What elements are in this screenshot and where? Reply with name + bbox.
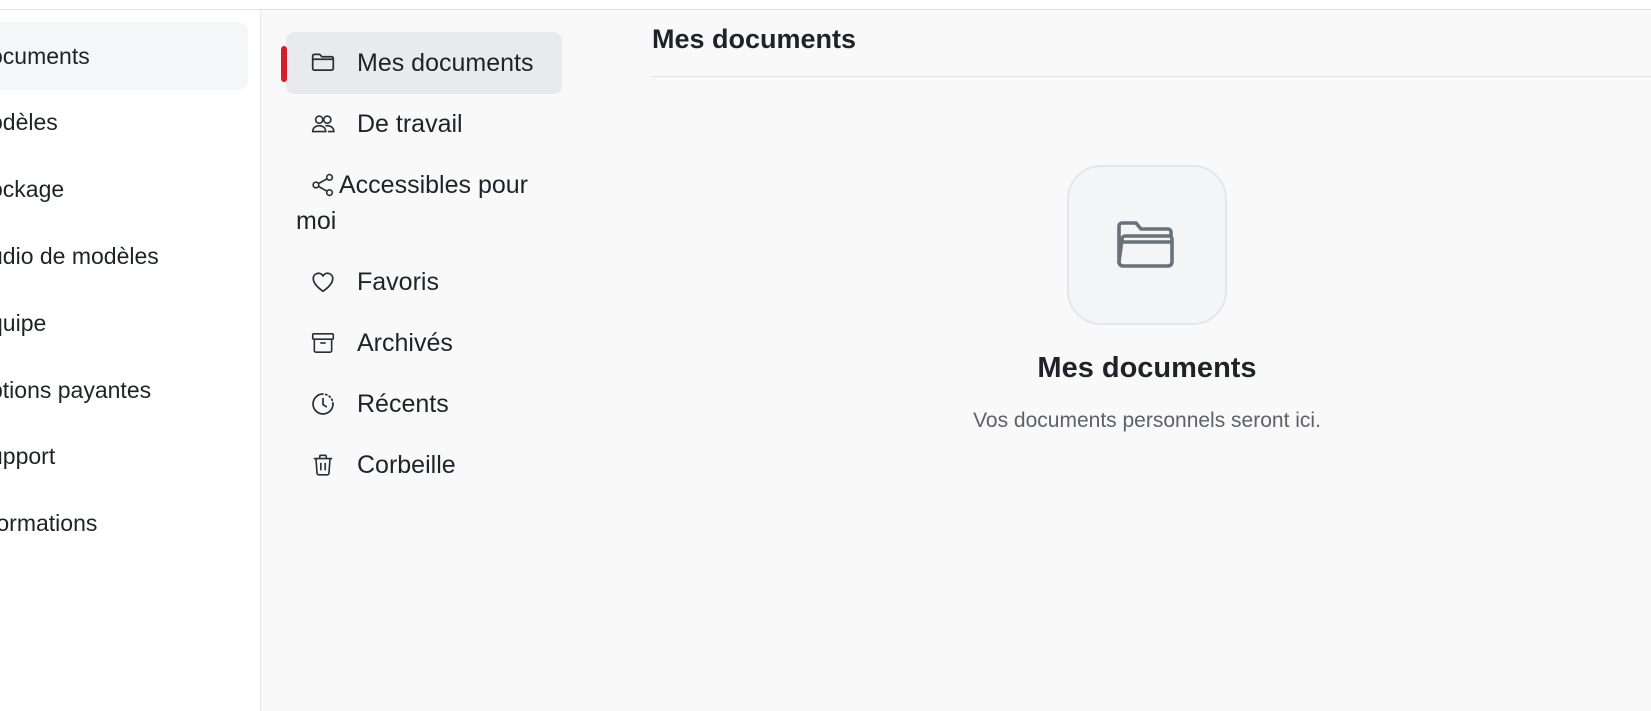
share-icon <box>312 173 334 197</box>
documents-sub-nav: Mes documents De travail Accessibles pou… <box>262 10 582 711</box>
heart-icon <box>312 272 334 293</box>
sub-nav-item-corbeille[interactable]: Corbeille <box>286 447 562 483</box>
sub-nav-item-favoris[interactable]: Favoris <box>286 264 562 300</box>
clock-icon <box>312 393 334 415</box>
archive-icon <box>311 332 335 354</box>
main-nav: ocuments odèles ockage udio de modèles q… <box>0 10 261 711</box>
sub-nav-item-recents[interactable]: Récents <box>286 386 562 422</box>
main-nav-item-equipe[interactable]: quipe <box>0 289 248 357</box>
sub-nav-item-archives[interactable]: Archivés <box>286 325 562 361</box>
main-nav-item-label: udio de modèles <box>0 242 159 269</box>
open-folder-icon <box>1117 221 1174 268</box>
main-nav-item-label: odèles <box>0 108 58 135</box>
empty-state-title: Mes documents <box>1037 352 1257 384</box>
sub-nav-item-label: Mes documents <box>357 49 534 77</box>
main-nav-item-support[interactable]: upport <box>0 422 248 490</box>
top-bar <box>0 0 1651 10</box>
folder-icon <box>311 53 335 71</box>
main-nav-item-documents[interactable]: ocuments <box>0 22 248 90</box>
main-nav-item-options-payantes[interactable]: ptions payantes <box>0 356 248 424</box>
main-nav-item-modeles[interactable]: odèles <box>0 88 248 156</box>
title-divider <box>652 76 1651 77</box>
empty-state-subtitle: Vos documents personnels seront ici. <box>973 409 1321 432</box>
main-nav-item-label: ockage <box>0 175 65 202</box>
sub-nav-item-accessibles-pour-moi[interactable]: Accessibles pour moi <box>286 167 562 239</box>
main-nav-item-stockage[interactable]: ockage <box>0 155 248 223</box>
main-nav-item-label: formations <box>0 509 98 536</box>
main-nav-item-label: ptions payantes <box>0 376 152 403</box>
trash-icon <box>313 454 333 476</box>
main-nav-item-informations[interactable]: formations <box>0 489 248 557</box>
sub-nav-item-mes-documents[interactable]: Mes documents <box>281 32 562 94</box>
page-title: Mes documents <box>652 24 857 54</box>
sub-nav-item-de-travail[interactable]: De travail <box>286 106 562 142</box>
main-nav-item-studio-de-modeles[interactable]: udio de modèles <box>0 222 248 290</box>
users-icon <box>311 115 335 133</box>
content-area: Mes documents Mes documents Vos document… <box>652 10 1651 711</box>
main-nav-item-label: upport <box>0 442 56 469</box>
main-nav-item-label: quipe <box>0 309 47 336</box>
main-nav-item-label: ocuments <box>0 42 90 69</box>
empty-state-icon-tile <box>1067 165 1227 325</box>
active-indicator <box>281 46 287 82</box>
